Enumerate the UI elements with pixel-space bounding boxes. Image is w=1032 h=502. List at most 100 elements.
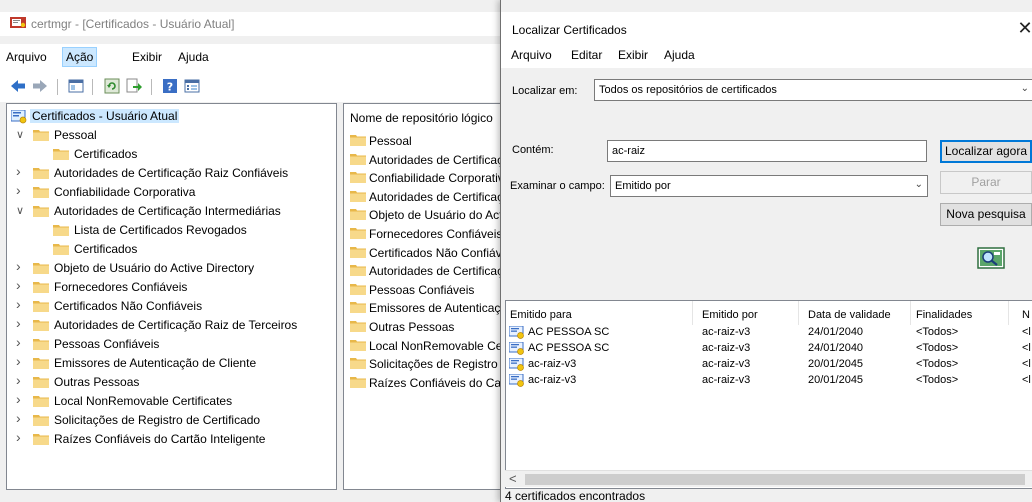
menu-exibir[interactable]: Exibir — [132, 50, 162, 64]
menu-acao[interactable]: Ação — [62, 47, 98, 67]
back-arrow-icon[interactable] — [10, 78, 26, 94]
store-list-item-label: Certificados Não Confiáveis — [369, 245, 503, 260]
export-list-icon[interactable] — [126, 78, 142, 94]
contains-input[interactable]: ac-raiz — [607, 140, 927, 162]
tree-node[interactable]: › Fornecedores Confiáveis — [7, 277, 336, 297]
tree-node-label: Autoridades de Certificação Raiz Confiáv… — [54, 166, 289, 180]
tree-node[interactable]: Certificados — [7, 145, 336, 164]
result-cell-purposes: <Todos> — [916, 374, 959, 386]
result-cell-purposes: <Todos> — [916, 326, 959, 338]
look-in-field-select[interactable]: Emitido por ⌄ — [610, 175, 928, 197]
result-cell-more: <l — [1022, 326, 1031, 338]
column-divider[interactable] — [1008, 301, 1009, 325]
contains-value: ac-raiz — [612, 145, 646, 157]
tree-node[interactable]: › Autoridades de Certificação Raiz Confiá… — [7, 163, 336, 183]
result-cell-expiration: 24/01/2040 — [808, 342, 864, 354]
horizontal-scrollbar[interactable]: < — [505, 470, 1032, 487]
toolbar-separator — [57, 79, 58, 95]
chevron-right-icon[interactable]: › — [16, 258, 26, 274]
result-row[interactable]: ac-raiz-v3 ac-raiz-v3 20/01/2045 <Todos> <l — [506, 373, 1032, 389]
tree-node[interactable]: › Local NonRemovable Certificates — [7, 391, 336, 411]
result-cell-issued-to: AC PESSOA SC — [528, 326, 610, 338]
stop-button[interactable]: Parar — [940, 171, 1032, 194]
store-list-item-label: Pessoal — [369, 134, 412, 148]
dialog-menu-exibir[interactable]: Exibir — [618, 48, 648, 62]
tree-node[interactable]: › Autoridades de Certificação Raiz de Ter… — [7, 315, 336, 335]
folder-icon — [33, 338, 49, 350]
close-icon[interactable]: ✕ — [1013, 16, 1032, 40]
col-header-issued-by[interactable]: Emitido por — [702, 309, 758, 321]
column-divider[interactable] — [910, 301, 911, 325]
menu-arquivo[interactable]: Arquivo — [6, 50, 47, 64]
result-cell-issued-to: ac-raiz-v3 — [528, 358, 577, 370]
menu-ajuda[interactable]: Ajuda — [178, 50, 209, 64]
result-row[interactable]: AC PESSOA SC ac-raiz-v3 24/01/2040 <Todos> <… — [506, 325, 1032, 341]
column-divider[interactable] — [798, 301, 799, 325]
chevron-right-icon[interactable]: › — [16, 296, 26, 312]
chevron-right-icon[interactable]: › — [16, 353, 26, 369]
chevron-right-icon[interactable]: › — [16, 315, 26, 331]
refresh-icon[interactable] — [104, 78, 120, 94]
chevron-right-icon[interactable]: › — [16, 182, 26, 198]
col-header-purposes[interactable]: Finalidades — [916, 309, 972, 321]
tree-node[interactable]: Lista de Certificados Revogados — [7, 221, 336, 240]
certificate-tree[interactable]: Certificados - Usuário Atual ∨ Pessoal Cert… — [6, 103, 337, 490]
chevron-right-icon[interactable]: › — [16, 334, 26, 350]
tree-node[interactable]: Certificados — [7, 240, 336, 259]
results-status: 4 certificados encontrados — [505, 489, 646, 502]
folder-icon — [33, 205, 49, 217]
forward-arrow-icon[interactable] — [32, 78, 48, 94]
certmgr-menubar: Arquivo Ação Exibir Ajuda — [0, 44, 500, 70]
new-search-button[interactable]: Nova pesquisa — [940, 203, 1032, 226]
tree-node[interactable]: › Raízes Confiáveis do Cartão Inteligente — [7, 429, 336, 449]
tree-node[interactable]: › Emissores de Autenticação de Cliente — [7, 353, 336, 373]
look-in-select[interactable]: Todos os repositórios de certificados ⌄ — [594, 79, 1032, 101]
chevron-right-icon[interactable]: › — [16, 163, 26, 179]
scrollbar-thumb[interactable] — [525, 474, 1025, 485]
dialog-menu-ajuda[interactable]: Ajuda — [664, 48, 695, 62]
result-row[interactable]: ac-raiz-v3 ac-raiz-v3 20/01/2045 <Todos> <l — [506, 357, 1032, 373]
scroll-left-icon[interactable]: < — [509, 471, 517, 486]
chevron-down-icon[interactable]: ∨ — [16, 204, 26, 217]
store-list-item-label: Fornecedores Confiáveis — [369, 227, 503, 241]
dialog-menu-arquivo[interactable]: Arquivo — [511, 48, 552, 62]
find-now-button[interactable]: Localizar agora — [940, 140, 1032, 163]
tree-node[interactable]: › Confiabilidade Corporativa — [7, 182, 336, 202]
store-list-item-label: Confiabilidade Corporativa — [369, 171, 503, 186]
show-hide-tree-icon[interactable] — [68, 78, 84, 94]
chevron-right-icon[interactable]: › — [16, 410, 26, 426]
tree-node[interactable]: › Certificados Não Confiáveis — [7, 296, 336, 316]
chevron-right-icon[interactable]: › — [16, 277, 26, 293]
look-in-field-value: Emitido por — [615, 180, 671, 192]
chevron-right-icon[interactable]: › — [16, 372, 26, 388]
store-list-item-label: Objeto de Usuário do Active Directory — [369, 208, 503, 223]
tree-node[interactable]: ∨ Pessoal — [7, 126, 336, 145]
folder-icon — [350, 320, 366, 332]
col-header-expiration[interactable]: Data de validade — [808, 309, 891, 321]
result-row[interactable]: AC PESSOA SC ac-raiz-v3 24/01/2040 <Todos> <… — [506, 341, 1032, 357]
tree-node[interactable]: Certificados - Usuário Atual — [7, 107, 336, 126]
dialog-menu-editar[interactable]: Editar — [571, 48, 602, 62]
result-cell-purposes: <Todos> — [916, 358, 959, 370]
tree-node[interactable]: › Pessoas Confiáveis — [7, 334, 336, 354]
properties-icon[interactable] — [184, 78, 200, 94]
store-list[interactable]: Nome de repositório lógico Pessoal Autori… — [343, 103, 503, 490]
folder-icon — [33, 357, 49, 369]
chevron-right-icon[interactable]: › — [16, 391, 26, 407]
column-divider[interactable] — [692, 301, 693, 325]
tree-node[interactable]: ∨ Autoridades de Certificação Intermediár… — [7, 202, 336, 221]
chevron-right-icon[interactable]: › — [16, 429, 26, 445]
tree-node-label: Fornecedores Confiáveis — [54, 280, 188, 294]
chevron-down-icon[interactable]: ∨ — [16, 128, 26, 141]
results-list[interactable]: Emitido para Emitido por Data de validad… — [505, 300, 1032, 489]
col-header-issued-to[interactable]: Emitido para — [510, 309, 572, 321]
tree-node[interactable]: › Outras Pessoas — [7, 372, 336, 392]
folder-icon — [33, 395, 49, 407]
help-icon[interactable]: ? — [162, 78, 178, 94]
tree-node[interactable]: › Objeto de Usuário do Active Directory — [7, 258, 336, 278]
tree-node[interactable]: › Solicitações de Registro de Certificado — [7, 410, 336, 430]
certificate-icon — [508, 373, 525, 388]
col-header-more[interactable]: N — [1022, 309, 1030, 321]
look-in-value: Todos os repositórios de certificados — [599, 84, 777, 96]
store-list-header[interactable]: Nome de repositório lógico — [350, 111, 493, 125]
